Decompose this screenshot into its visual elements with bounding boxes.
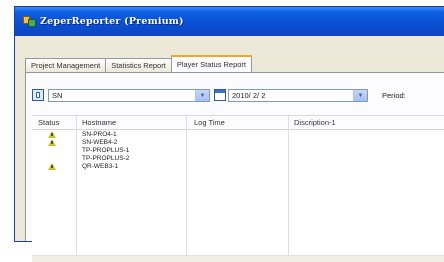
- calendar-icon[interactable]: [214, 89, 226, 101]
- tab-strip: Project Management Statistics Report Pla…: [25, 55, 253, 72]
- project-select-value: SN: [52, 91, 63, 100]
- horizontal-scrollbar[interactable]: [32, 255, 444, 262]
- table-header: Status Hostname Log Time Discription-1: [32, 116, 444, 130]
- warning-icon: [48, 139, 56, 146]
- hostname-cell: SN-PRO4-1: [82, 131, 117, 138]
- column-header-status[interactable]: Status: [38, 118, 59, 127]
- hostname-cell: QR-WEB3-1: [82, 163, 119, 170]
- warning-icon: [48, 131, 56, 138]
- tab-project-management[interactable]: Project Management: [25, 58, 107, 72]
- table-row[interactable]: QR-WEB3-1: [32, 163, 444, 171]
- status-table: Status Hostname Log Time Discription-1 S…: [32, 115, 444, 256]
- hostname-cell: TP-PROPLUS-1: [82, 147, 130, 154]
- player-status-panel: SN ▼ 2010/ 2/ 2 ▼ Period: Status Hostnam…: [25, 72, 444, 262]
- tab-statistics-report[interactable]: Statistics Report: [105, 58, 172, 72]
- date-select-value: 2010/ 2/ 2: [232, 91, 266, 100]
- column-header-log-time[interactable]: Log Time: [194, 118, 225, 127]
- table-row[interactable]: SN-WEB4-2: [32, 139, 444, 147]
- column-header-hostname[interactable]: Hostname: [82, 118, 116, 127]
- project-select[interactable]: SN ▼: [48, 89, 210, 102]
- hostname-cell: TP-PROPLUS-2: [82, 155, 130, 162]
- chevron-down-icon[interactable]: ▼: [195, 90, 209, 101]
- filter-bar: SN ▼ 2010/ 2/ 2 ▼ Period:: [32, 87, 444, 103]
- app-window: ZeperReporter (Premium) Project Manageme…: [14, 6, 444, 262]
- window-title: ZeperReporter (Premium): [40, 16, 184, 27]
- tab-player-status-report[interactable]: Player Status Report: [170, 55, 253, 72]
- app-icon: [23, 15, 36, 28]
- date-select[interactable]: 2010/ 2/ 2 ▼: [228, 89, 368, 102]
- chevron-down-icon[interactable]: ▼: [353, 90, 367, 101]
- title-bar[interactable]: ZeperReporter (Premium): [15, 7, 444, 36]
- client-area: Project Management Statistics Report Pla…: [17, 38, 444, 262]
- table-row[interactable]: TP-PROPLUS-1: [32, 147, 444, 155]
- project-icon: [32, 89, 44, 101]
- period-label: Period:: [382, 91, 406, 100]
- hostname-cell: SN-WEB4-2: [82, 139, 118, 146]
- warning-icon: [48, 163, 56, 170]
- table-row[interactable]: TP-PROPLUS-2: [32, 155, 444, 163]
- column-header-description[interactable]: Discription-1: [294, 118, 336, 127]
- table-row[interactable]: SN-PRO4-1: [32, 131, 444, 139]
